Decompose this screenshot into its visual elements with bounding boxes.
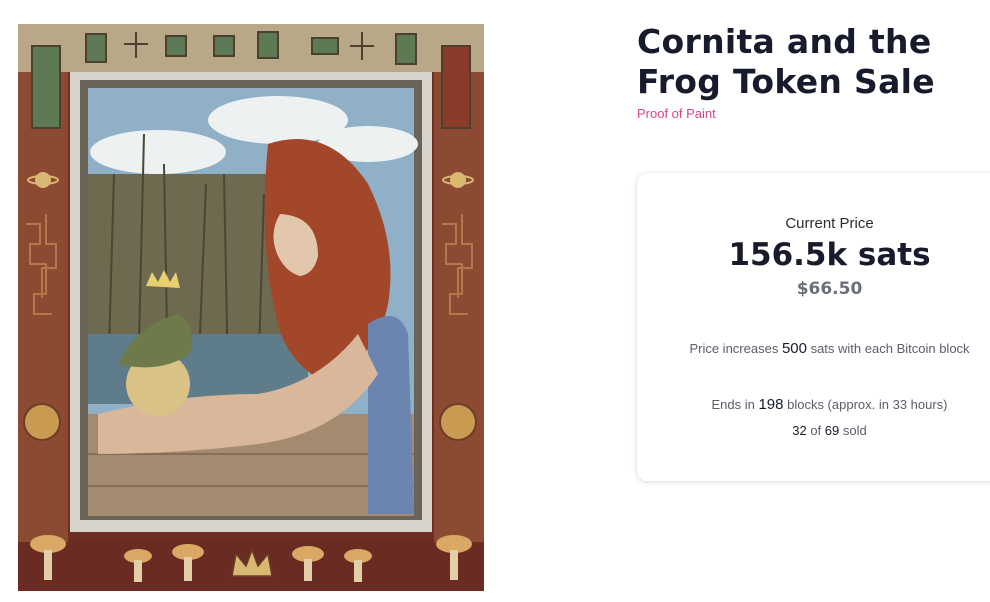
price-usd: $66.50 [796, 279, 863, 299]
ends-blocks: 198 [758, 396, 784, 413]
increase-amount: 500 [781, 340, 807, 357]
sold-suffix: sold [839, 423, 867, 438]
artist-link[interactable]: Proof of Paint [637, 106, 716, 121]
price-sats: 156.5k sats [728, 237, 931, 273]
page-title: Cornita and the Frog Token Sale [637, 22, 935, 101]
artwork-image[interactable] [18, 24, 484, 591]
current-price-label: Current Price [785, 215, 874, 232]
ends-suffix: blocks (approx. in 33 hours) [783, 397, 948, 412]
price-card: Current Price 156.5k sats $66.50 Price i… [637, 173, 990, 481]
increase-prefix: Price increases [689, 341, 782, 356]
ends-in-text: Ends in 198 blocks (approx. in 33 hours) [637, 396, 990, 413]
ends-prefix: Ends in [711, 397, 759, 412]
increase-suffix: sats with each Bitcoin block [806, 341, 970, 356]
price-increase-text: Price increases 500 sats with each Bitco… [637, 340, 990, 357]
sold-count: 32 [792, 423, 807, 438]
sold-of: of [806, 423, 825, 438]
sold-count-text: 32 of 69 sold [637, 423, 990, 438]
sold-total: 69 [824, 423, 840, 438]
